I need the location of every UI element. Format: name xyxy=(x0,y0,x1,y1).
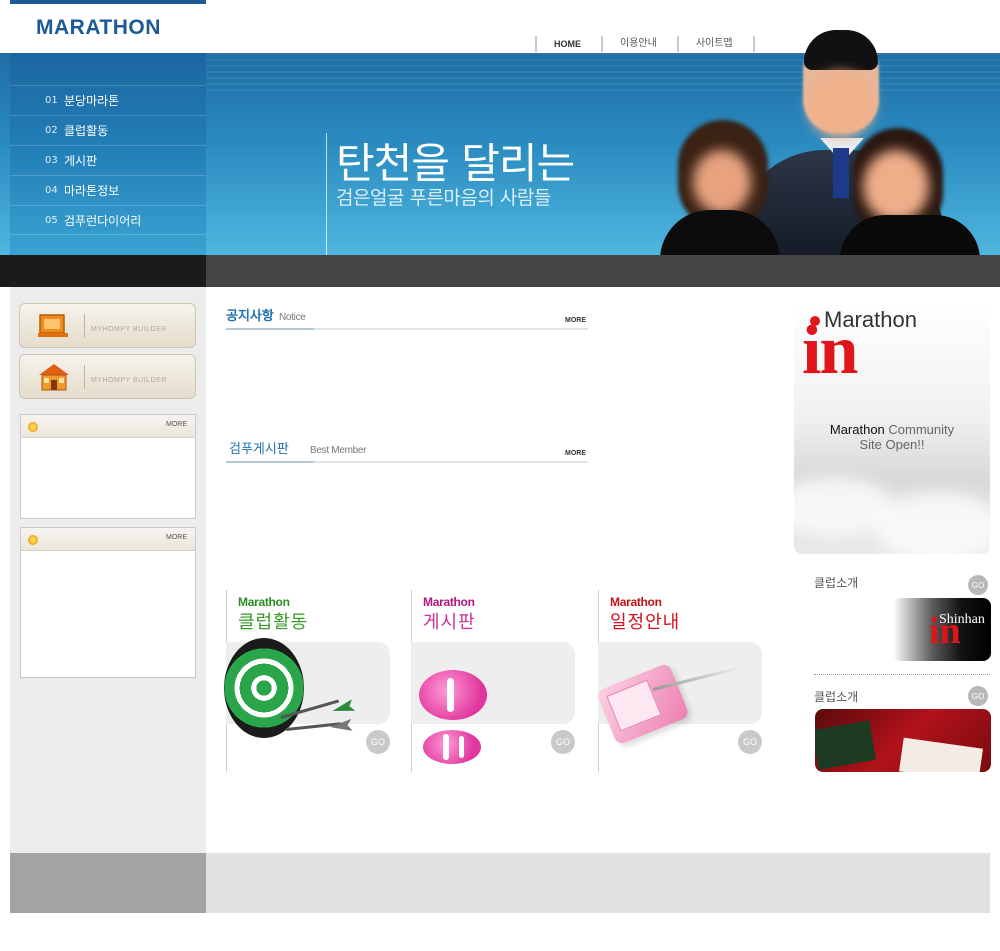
sun-bullet-icon xyxy=(28,535,38,545)
builder-button-house[interactable]: MYHOMPY BUILDER xyxy=(19,354,196,399)
menu-label: 분당마라톤 xyxy=(64,94,120,108)
header-underline xyxy=(226,328,314,330)
marathon-in-ad-banner[interactable]: Marathon in Marathon Community Site Open… xyxy=(794,302,990,554)
menu-number: 03 xyxy=(45,155,58,166)
club-intro-go-button-2[interactable]: GO xyxy=(968,686,988,706)
promo-go-button[interactable]: GO xyxy=(551,730,575,754)
ad-line-1: Marathon Community xyxy=(794,422,990,437)
nav-guide-link[interactable]: 이용안내 xyxy=(603,35,677,53)
menu-label: 마라톤정보 xyxy=(64,184,120,198)
notice-subtitle: Notice xyxy=(279,312,306,323)
green-card-graphic xyxy=(815,720,877,770)
promo-go-button[interactable]: GO xyxy=(738,730,762,754)
white-card-graphic xyxy=(899,737,983,772)
footer-left xyxy=(10,853,206,913)
promo-club-activity[interactable]: Marathon 클럽활동 GO xyxy=(224,590,404,772)
right-dotted-divider xyxy=(814,674,990,675)
menu-number: 01 xyxy=(45,95,58,106)
shinhan-in-logo: in xyxy=(929,610,961,652)
builder-label: MYHOMPY BUILDER xyxy=(91,377,167,384)
hero-bottom-bar-right xyxy=(206,255,1000,287)
club-intro-title-2: 클럽소개 xyxy=(814,690,859,704)
side-menu-item-bundang-marathon[interactable]: 01 분당마라톤 xyxy=(10,85,206,115)
promo-title: 클럽활동 xyxy=(238,612,309,633)
left-box-more-link[interactable]: MORE xyxy=(166,421,187,428)
hero-subtitle: 검은얼굴 푸른마음의 사람들 xyxy=(336,187,551,209)
notice-more-link[interactable]: MORE xyxy=(565,317,586,324)
left-box-header: MORE xyxy=(21,415,195,438)
menu-number: 02 xyxy=(45,125,58,136)
side-menu: 01 분당마라톤 02 클럽활동 03 게시판 04 마라톤정보 05 검푸런다… xyxy=(10,85,206,235)
menu-label: 게시판 xyxy=(64,154,98,168)
best-board-section-header: 검푸게시판 Best Member MORE xyxy=(226,441,588,463)
photo-man-face xyxy=(808,72,874,138)
builder-label: MYHOMPY BUILDER xyxy=(91,326,167,333)
hero-bottom-bar-left xyxy=(0,255,206,287)
photo-left-woman-face xyxy=(693,150,751,214)
fish-icon xyxy=(423,730,481,764)
side-menu-item-marathon-info[interactable]: 04 마라톤정보 xyxy=(10,175,206,205)
site-logo[interactable]: MARATHON xyxy=(36,16,161,40)
dartboard-icon xyxy=(224,638,304,738)
side-menu-item-club-activity[interactable]: 02 클럽활동 xyxy=(10,115,206,145)
shinhan-banner[interactable]: Shinhan in xyxy=(893,598,991,661)
left-box-2: MORE xyxy=(20,527,196,678)
photo-right-woman-face xyxy=(863,150,929,222)
menu-number: 05 xyxy=(45,214,58,226)
nav-separator xyxy=(752,36,755,52)
notice-title: 공지사항 xyxy=(226,309,274,324)
promo-brand: Marathon xyxy=(423,595,475,609)
club-intro-title-1: 클럽소개 xyxy=(814,576,859,590)
ad-line-1-strong: Marathon xyxy=(829,422,885,437)
ad-line-1-rest: Community xyxy=(884,422,955,437)
hero-texture xyxy=(206,53,1000,93)
side-menu-item-board[interactable]: 03 게시판 xyxy=(10,145,206,175)
ad-line-2: Site Open!! xyxy=(859,437,925,452)
promo-go-button[interactable]: GO xyxy=(366,730,390,754)
menu-label: 검푸런다이어리 xyxy=(64,213,142,228)
nav-sitemap-link[interactable]: 사이트맵 xyxy=(679,35,753,53)
nav-home-link[interactable]: HOME xyxy=(537,35,601,53)
page: MARATHON HOME 이용안내 사이트맵 01 분당마라톤 02 클럽활동… xyxy=(0,0,1000,951)
footer-right xyxy=(206,853,990,913)
greeting-cards-banner[interactable] xyxy=(815,709,991,772)
ad-in-logo: in xyxy=(802,312,858,389)
fish-stripe xyxy=(443,734,449,760)
builder-button-monitor[interactable]: MYHOMPY BUILDER xyxy=(19,303,196,348)
promo-title: 게시판 xyxy=(423,612,476,633)
promo-schedule[interactable]: Marathon 일정안내 GO xyxy=(595,590,776,772)
promo-board[interactable]: Marathon 게시판 GO xyxy=(411,590,589,772)
fish-icon xyxy=(419,670,487,720)
best-board-title: 검푸게시판 xyxy=(229,442,289,457)
best-board-subtitle: Best Member xyxy=(310,445,367,456)
left-box-header: MORE xyxy=(21,528,195,551)
photo-right-woman-body xyxy=(840,215,980,260)
promo-brand: Marathon xyxy=(238,595,290,609)
fish-stripe xyxy=(447,678,454,712)
builder-divider xyxy=(84,364,85,389)
hero-title: 탄천을 달리는 xyxy=(336,139,575,188)
logo-top-rule xyxy=(10,0,206,4)
menu-number: 04 xyxy=(45,185,58,196)
sun-bullet-icon xyxy=(28,422,38,432)
promo-title: 일정안내 xyxy=(610,612,681,633)
photo-man-hair xyxy=(804,30,878,70)
builder-divider xyxy=(84,313,85,338)
top-navigation: HOME 이용안내 사이트맵 xyxy=(535,34,755,54)
photo-man-tie xyxy=(833,148,849,198)
left-box-more-link[interactable]: MORE xyxy=(166,534,187,541)
notice-section-header: 공지사항 Notice MORE xyxy=(226,308,588,330)
left-box-1: MORE xyxy=(20,414,196,519)
promo-brand: Marathon xyxy=(610,595,662,609)
header-underline xyxy=(226,461,314,463)
side-menu-item-diary[interactable]: 05 검푸런다이어리 xyxy=(10,205,206,235)
monitor-icon xyxy=(34,309,74,343)
fish-stripe xyxy=(459,736,464,758)
menu-label: 클럽활동 xyxy=(64,124,109,138)
club-intro-go-button-1[interactable]: GO xyxy=(968,575,988,595)
hero-divider xyxy=(326,133,327,255)
best-board-more-link[interactable]: MORE xyxy=(565,450,586,457)
house-icon xyxy=(34,360,74,394)
